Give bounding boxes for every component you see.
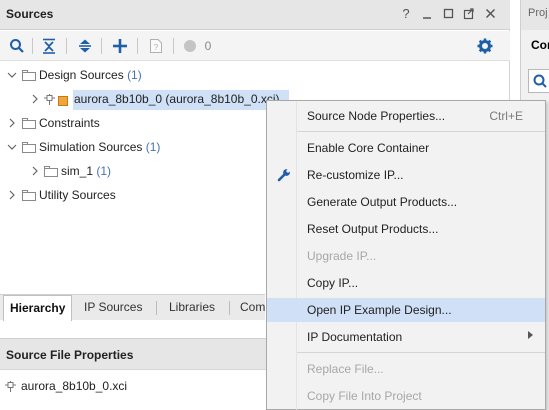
expand-all-icon[interactable]	[76, 37, 94, 55]
properties-file-name: aurora_8b10b_0.xci	[21, 379, 128, 393]
tab-libraries[interactable]: Libraries	[163, 295, 221, 321]
menu-item-re-customize-ip[interactable]: Re-customize IP...	[267, 163, 545, 187]
menu-item-generate-output-products[interactable]: Generate Output Products...	[267, 190, 545, 214]
folder-icon	[44, 166, 58, 177]
tree-label: Utility Sources	[39, 188, 116, 202]
menu-item-reset-output-products[interactable]: Reset Output Products...	[267, 217, 545, 241]
tree-label: Simulation Sources (1)	[39, 140, 161, 154]
tree-node-design-sources[interactable]: Design Sources (1)	[0, 64, 300, 88]
svg-text:?: ?	[154, 43, 159, 52]
restore-icon[interactable]	[442, 7, 454, 21]
tree-label: sim_1 (1)	[61, 164, 112, 178]
help-icon[interactable]: ?	[400, 7, 412, 21]
tree-node-simulation-sources[interactable]: Simulation Sources (1)	[0, 136, 300, 160]
panel-header-icons: ?	[400, 7, 496, 21]
menu-shortcut: Ctrl+E	[489, 109, 523, 123]
unknown-source-icon[interactable]: ?	[147, 37, 165, 55]
menu-item-upgrade-ip: Upgrade IP...	[307, 249, 377, 263]
menu-item-open-ip-example-design[interactable]: Open IP Example Design...	[267, 298, 545, 322]
status-circle-icon	[182, 37, 198, 55]
menu-item-copy-ip[interactable]: Copy IP...	[267, 271, 545, 295]
chevron-right-icon[interactable]	[30, 94, 40, 104]
ip-core-icon	[58, 95, 68, 106]
tree-label: Design Sources (1)	[39, 68, 142, 82]
tree-label: aurora_8b10b_0 (aurora_8b10b_0.xci)	[74, 92, 280, 106]
tab-ip-sources[interactable]: IP Sources	[78, 295, 148, 321]
chevron-right-icon[interactable]	[7, 118, 17, 128]
folder-icon	[22, 190, 36, 201]
gear-icon[interactable]	[476, 37, 494, 55]
sources-panel-header: Sources ?	[0, 0, 510, 30]
folder-icon	[22, 118, 36, 129]
sources-toolbar: ? 0	[0, 31, 510, 61]
float-icon[interactable]	[463, 7, 475, 21]
wrench-icon	[276, 167, 292, 183]
tab-hierarchy[interactable]: Hierarchy	[3, 295, 73, 321]
close-icon[interactable]	[484, 7, 496, 21]
status-count: 0	[204, 39, 212, 53]
chevron-right-icon[interactable]	[7, 190, 17, 200]
sources-panel-title: Sources	[6, 7, 54, 21]
submenu-arrow-icon	[528, 331, 533, 339]
folder-icon	[22, 142, 36, 153]
menu-item-ip-documentation[interactable]: IP Documentation	[267, 325, 545, 349]
hierarchy-node-icon	[4, 380, 17, 393]
menu-item-replace-file: Replace File...	[307, 362, 384, 376]
chevron-down-icon[interactable]	[7, 142, 17, 152]
project-search-icon[interactable]	[528, 69, 549, 93]
chevron-right-icon[interactable]	[30, 166, 40, 176]
sources-view-tabs: Hierarchy IP Sources Libraries Com	[0, 294, 265, 321]
search-icon[interactable]	[8, 37, 26, 55]
properties-title: Source File Properties	[6, 348, 134, 362]
add-icon[interactable]	[111, 37, 129, 55]
project-panel-subtitle: Cor	[531, 38, 549, 52]
tree-node-constraints[interactable]: Constraints	[0, 112, 300, 136]
minimize-icon[interactable]	[421, 7, 433, 21]
properties-file-row: aurora_8b10b_0.xci	[4, 379, 127, 393]
collapse-all-icon[interactable]	[40, 37, 58, 55]
project-panel-title: Proj	[528, 7, 548, 19]
tree-node-aurora-ip[interactable]: aurora_8b10b_0 (aurora_8b10b_0.xci)	[0, 88, 300, 112]
tree-node-sim-1[interactable]: sim_1 (1)	[0, 160, 300, 184]
chevron-down-icon[interactable]	[7, 70, 17, 80]
tree-label: Constraints	[39, 116, 100, 130]
menu-item-copy-file-into-project: Copy File Into Project	[307, 389, 422, 403]
tree-node-utility-sources[interactable]: Utility Sources	[0, 184, 300, 208]
context-menu: Source Node Properties... Ctrl+E Enable …	[266, 100, 546, 410]
project-panel-header: Proj	[521, 0, 549, 30]
hierarchy-node-icon	[43, 93, 56, 106]
menu-item-enable-core-container[interactable]: Enable Core Container	[267, 136, 545, 160]
menu-item-source-node-properties[interactable]: Source Node Properties... Ctrl+E	[267, 104, 545, 128]
folder-icon	[22, 70, 36, 81]
